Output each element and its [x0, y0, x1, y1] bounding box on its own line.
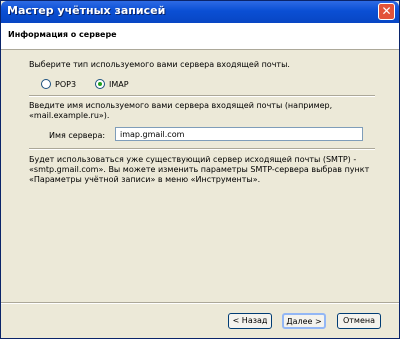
smtp-note-line1: Будет использоваться уже существующий се…	[29, 155, 357, 164]
window-title: Мастер учётных записей	[7, 4, 166, 17]
incoming-prompt-line2: «mail.example.ru»).	[29, 111, 110, 120]
footer-divider	[1, 302, 399, 304]
radio-imap[interactable]: IMAP	[95, 79, 129, 89]
incoming-prompt-line1: Введите имя используемого вами сервера в…	[29, 101, 333, 110]
server-type-prompt: Выберите тип используемого вами сервера …	[29, 60, 290, 69]
wizard-window: Мастер учётных записей ✕ Информация о се…	[0, 0, 400, 339]
divider	[29, 148, 375, 150]
radio-label: POP3	[55, 79, 77, 89]
server-name-input[interactable]: imap.gmail.com	[115, 127, 363, 141]
radio-circle-selected[interactable]	[95, 79, 105, 89]
radio-label: IMAP	[109, 79, 129, 89]
radio-pop3[interactable]: POP3	[41, 79, 76, 89]
page-header: Информация о сервере	[1, 23, 399, 50]
cancel-button[interactable]: Отмена	[337, 313, 381, 329]
server-name-label: Имя сервера:	[49, 131, 106, 140]
close-icon: ✕	[381, 4, 392, 18]
next-button[interactable]: Далее >	[282, 313, 326, 329]
close-button[interactable]: ✕	[378, 3, 395, 20]
smtp-note-line2: «smtp.gmail.com». Вы можете изменить пар…	[29, 165, 370, 174]
title-bar[interactable]: Мастер учётных записей ✕	[1, 1, 399, 23]
page-title: Информация о сервере	[8, 30, 117, 39]
divider	[29, 95, 375, 97]
back-button[interactable]: < Назад	[228, 313, 272, 329]
smtp-note-line3: «Параметры учётной записи» в меню «Инстр…	[29, 175, 261, 184]
radio-circle[interactable]	[41, 79, 51, 89]
